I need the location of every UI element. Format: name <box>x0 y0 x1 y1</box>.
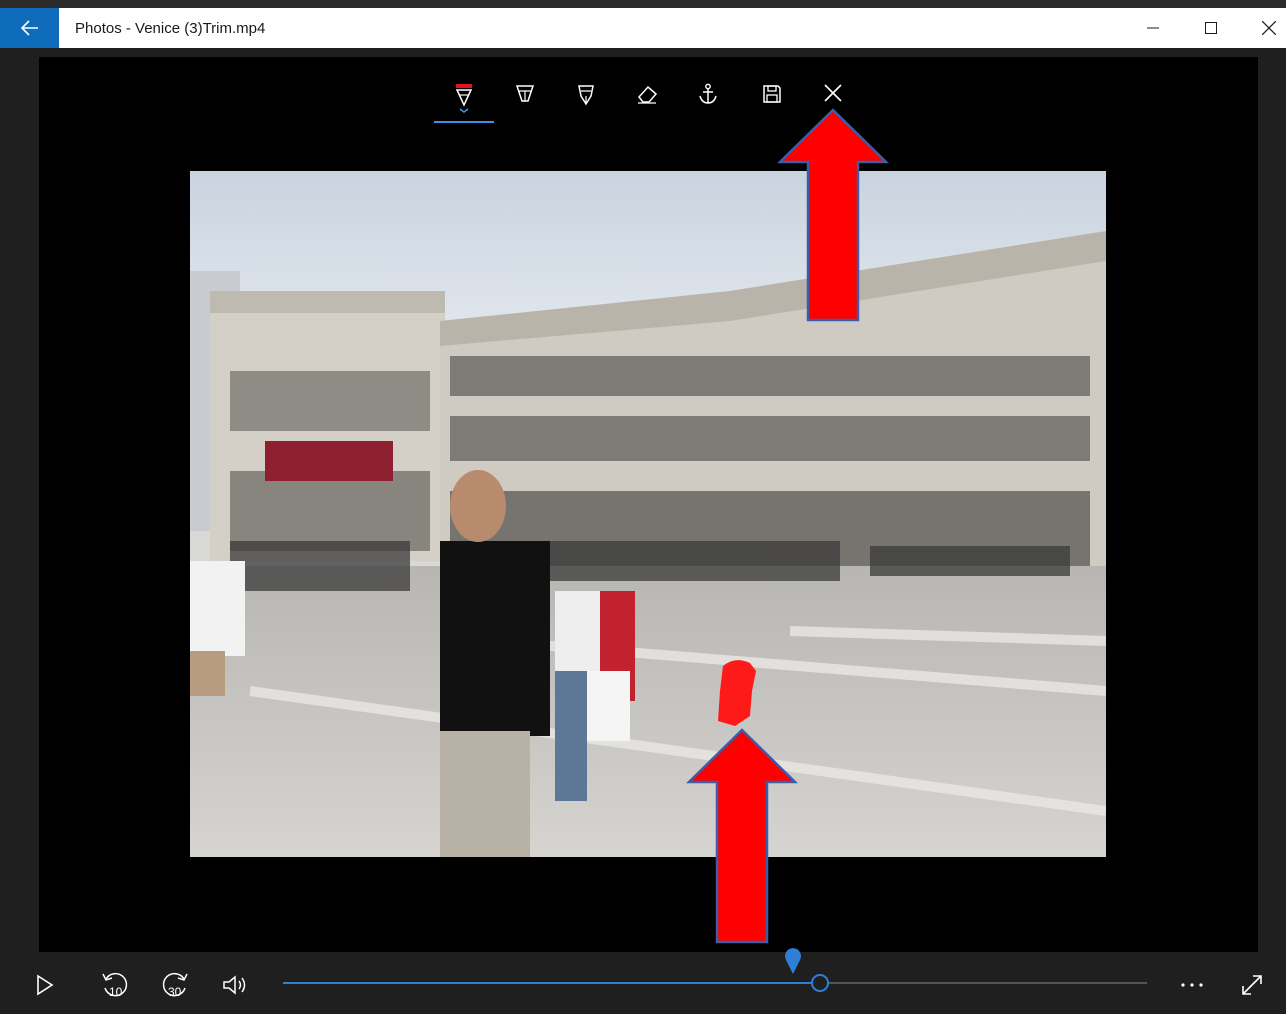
calligraphy-pen-icon <box>515 85 535 102</box>
ink-marker-icon[interactable] <box>783 947 803 975</box>
pencil-icon <box>578 85 594 106</box>
video-stage <box>39 57 1258 952</box>
calligraphy-pen-tool[interactable] <box>495 77 555 123</box>
anchor-tool[interactable] <box>678 77 738 123</box>
back-arrow-icon <box>20 20 38 36</box>
annotation-arrow-up-top <box>776 108 890 322</box>
seek-bar-progress <box>283 982 820 984</box>
anchor-icon <box>699 83 717 104</box>
fullscreen-icon <box>1242 975 1262 995</box>
more-icon <box>1181 983 1203 987</box>
maximize-button[interactable] <box>1182 8 1240 48</box>
eraser-tool[interactable] <box>617 77 677 123</box>
close-icon <box>1262 21 1276 35</box>
ballpoint-pen-icon <box>455 84 473 113</box>
close-window-button[interactable] <box>1240 8 1286 48</box>
volume-icon <box>223 975 246 995</box>
ballpoint-pen-tool[interactable] <box>434 77 494 123</box>
minimize-icon <box>1147 27 1159 29</box>
forward-30-button[interactable]: 30 <box>155 967 195 1003</box>
play-icon <box>37 974 54 996</box>
back-button[interactable] <box>0 8 59 48</box>
title-bar: Photos - Venice (3)Trim.mp4 <box>0 0 1286 48</box>
close-icon <box>824 84 842 102</box>
seek-bar[interactable] <box>283 982 1147 984</box>
window-title: Photos - Venice (3)Trim.mp4 <box>75 20 266 37</box>
video-frame[interactable] <box>190 171 1106 857</box>
annotation-arrow-up-bottom <box>685 728 799 944</box>
maximize-icon <box>1205 22 1217 34</box>
volume-button[interactable] <box>216 967 256 1003</box>
seek-thumb[interactable] <box>810 974 829 992</box>
rewind-10-button[interactable]: 10 <box>95 967 135 1003</box>
forward-label: 30 <box>168 985 182 999</box>
play-button[interactable] <box>25 967 65 1003</box>
more-options-button[interactable] <box>1172 967 1212 1003</box>
fullscreen-button[interactable] <box>1232 967 1272 1003</box>
rewind-icon: 10 <box>102 972 128 999</box>
video-frame-image <box>190 171 1106 857</box>
pencil-tool[interactable] <box>556 77 616 123</box>
save-icon <box>763 85 781 103</box>
rewind-label: 10 <box>109 985 123 999</box>
eraser-icon <box>638 85 658 104</box>
fast-forward-icon: 30 <box>162 972 188 999</box>
minimize-button[interactable] <box>1124 8 1182 48</box>
